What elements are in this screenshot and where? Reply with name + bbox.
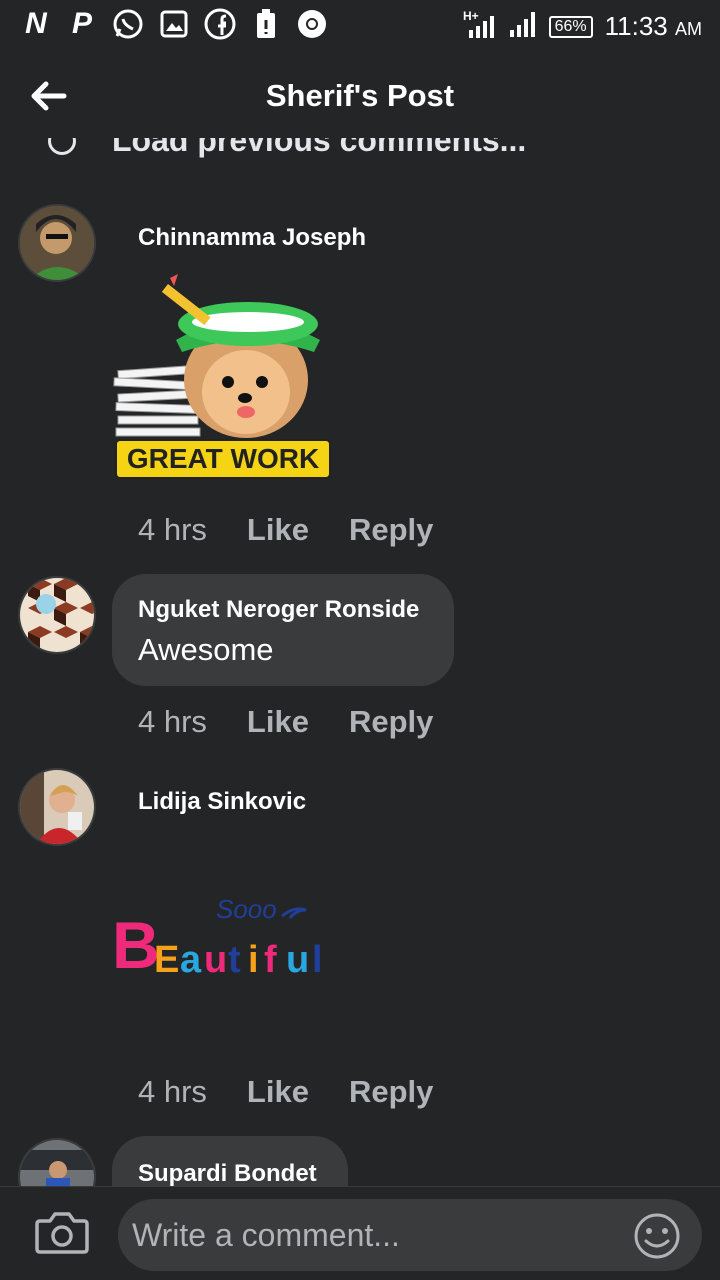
sticker-great-work: GREAT WORK — [112, 264, 334, 487]
reply-button[interactable]: Reply — [349, 512, 433, 548]
comment: Supardi Bondet — [0, 1136, 720, 1186]
clock: 11:33 AM — [604, 11, 702, 41]
reply-button[interactable]: Reply — [349, 1074, 433, 1110]
comment-author[interactable]: Chinnamma Joseph — [138, 224, 366, 252]
avatar[interactable] — [18, 204, 96, 282]
comment-author[interactable]: Supardi Bondet — [138, 1160, 317, 1186]
comment-composer: Write a comment... — [0, 1186, 720, 1280]
sticker-sooo-beautiful: Sooo B E a u t i f u l — [112, 894, 334, 985]
system-status: H+ 66% 11:33 AM — [463, 8, 702, 45]
avatar[interactable] — [18, 1138, 96, 1186]
svg-text:a: a — [180, 939, 202, 980]
svg-text:E: E — [154, 939, 179, 980]
svg-text:B: B — [112, 908, 160, 980]
signal-bars-icon — [509, 10, 537, 43]
svg-text:l: l — [312, 939, 323, 980]
comment: Chinnamma Joseph GREAT WORK 4 hrs Like R… — [0, 200, 720, 560]
page-title: Sherif's Post — [265, 78, 455, 113]
svg-text:GREAT WORK: GREAT WORK — [127, 443, 319, 474]
facebook-icon — [204, 8, 236, 40]
notification-icons: N P — [20, 8, 328, 40]
emoji-icon[interactable] — [632, 1211, 682, 1261]
pandora-p-icon: P — [71, 7, 92, 40]
comment-actions: 4 hrs Like Reply — [138, 704, 433, 740]
svg-text:Sooo: Sooo — [216, 894, 277, 924]
comment-author[interactable]: Lidija Sinkovic — [138, 788, 306, 816]
avatar[interactable] — [18, 768, 96, 846]
battery-saver-icon — [250, 8, 282, 40]
comment-actions: 4 hrs Like Reply — [138, 1074, 433, 1110]
svg-text:u: u — [204, 939, 227, 980]
gallery-icon — [158, 8, 190, 40]
like-button[interactable]: Like — [247, 704, 309, 740]
avatar[interactable] — [18, 576, 96, 654]
comment: Lidija Sinkovic Sooo B E a u t i f u l 4… — [0, 766, 720, 1126]
network-signal-icon: H+ — [463, 8, 497, 45]
svg-text:u: u — [286, 939, 309, 980]
comment-bubble[interactable] — [112, 574, 454, 686]
status-bar: N P H+ 66% 11:33 AM — [0, 0, 720, 52]
comment-time: 4 hrs — [138, 512, 207, 547]
svg-text:t: t — [228, 939, 241, 980]
like-button[interactable]: Like — [247, 1074, 309, 1110]
comment-time: 4 hrs — [138, 704, 207, 739]
comment-author[interactable]: Nguket Neroger Ronside — [138, 596, 419, 624]
reply-button[interactable]: Reply — [349, 704, 433, 740]
netflix-n-icon: N — [25, 7, 47, 40]
svg-text:i: i — [248, 939, 259, 980]
chrome-icon — [296, 8, 328, 40]
comment-input-placeholder: Write a comment... — [132, 1217, 400, 1253]
like-button[interactable]: Like — [247, 512, 309, 548]
app-bar: Sherif's Post — [0, 52, 720, 138]
comment-actions: 4 hrs Like Reply — [138, 512, 433, 548]
comment: Nguket Neroger Ronside Awesome 4 hrs Lik… — [0, 574, 720, 754]
comment-input[interactable]: Write a comment... — [118, 1199, 702, 1271]
battery-indicator: 66% — [548, 15, 593, 38]
camera-icon[interactable] — [34, 1209, 90, 1261]
comment-text: Awesome — [138, 632, 274, 667]
comment-time: 4 hrs — [138, 1074, 207, 1109]
svg-text:H+: H+ — [463, 9, 479, 23]
whatsapp-icon — [112, 8, 144, 40]
svg-text:f: f — [264, 939, 277, 980]
